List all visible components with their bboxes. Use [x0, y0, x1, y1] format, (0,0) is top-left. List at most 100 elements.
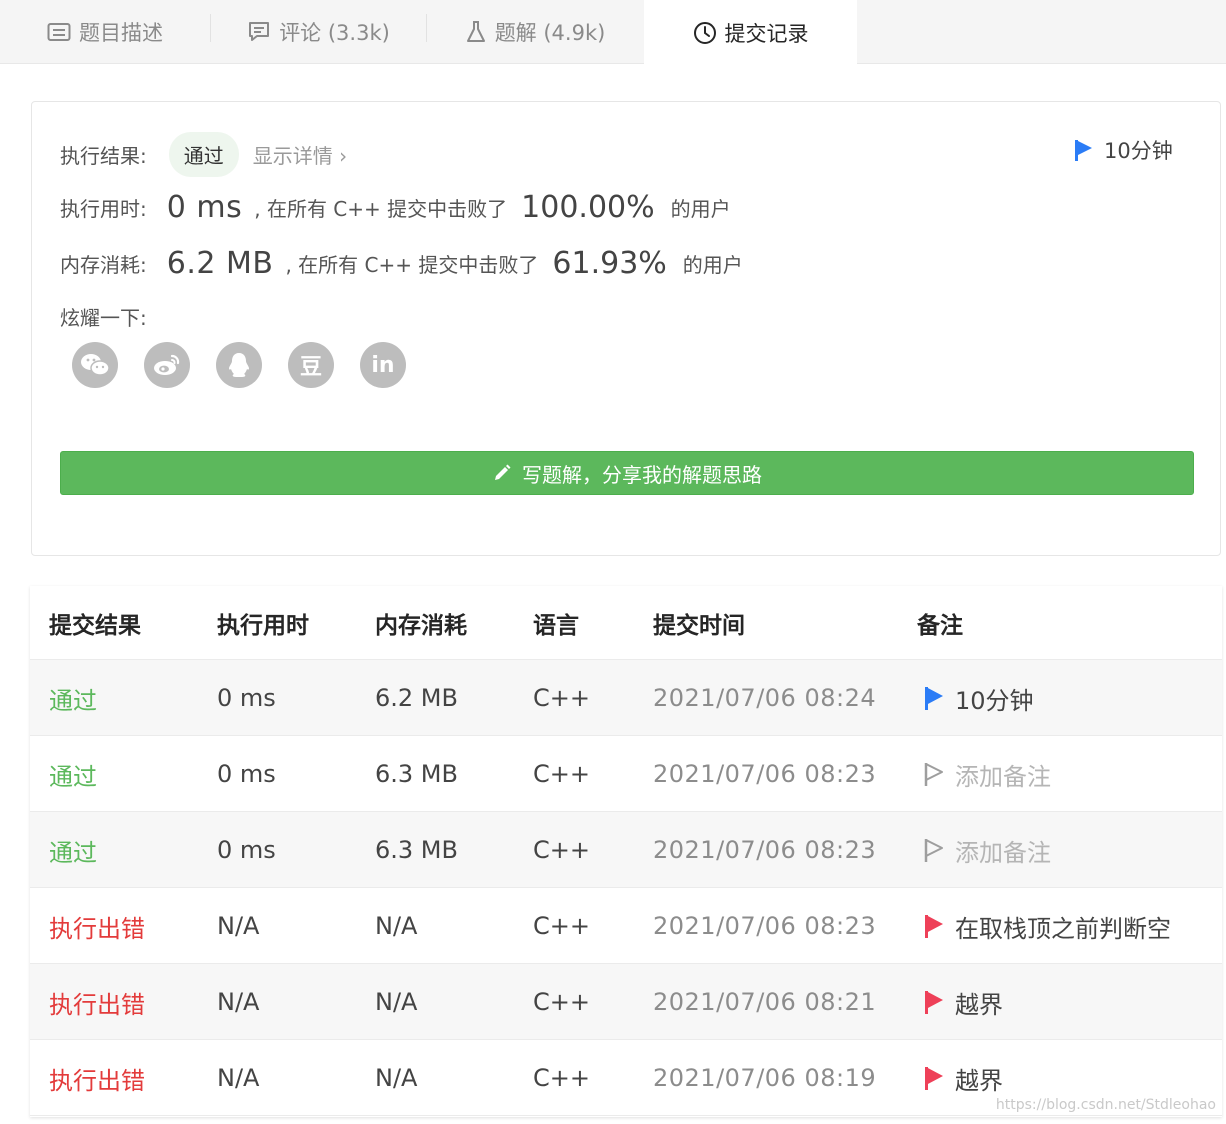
submission-runtime: N/A — [217, 912, 260, 940]
submission-memory: N/A — [375, 988, 418, 1016]
weibo-icon[interactable] — [144, 342, 190, 388]
submission-time: 2021/07/06 08:19 — [653, 1064, 877, 1092]
table-row: 通过 0 ms 6.3 MB C++ 2021/07/06 08:23 添加备注 — [30, 736, 1222, 812]
submission-status[interactable]: 通过 — [49, 736, 97, 812]
submission-time: 2021/07/06 08:23 — [653, 912, 877, 940]
flag-icon — [1074, 138, 1094, 162]
submission-status[interactable]: 执行出错 — [49, 964, 145, 1040]
header-status: 提交结果 — [49, 613, 141, 639]
submission-status[interactable]: 执行出错 — [49, 1040, 145, 1116]
submission-runtime: N/A — [217, 988, 260, 1016]
tab-submissions[interactable]: 提交记录 — [644, 0, 857, 65]
write-solution-label: 写题解，分享我的解题思路 — [522, 462, 762, 487]
memory-percent: 61.93% — [552, 246, 667, 281]
submission-note[interactable]: 越界 — [923, 1040, 1003, 1116]
submission-time: 2021/07/06 08:24 — [653, 684, 877, 712]
memory-label: 内存消耗: — [60, 253, 147, 277]
submission-runtime: 0 ms — [217, 760, 276, 788]
submission-note-text: 10分钟 — [955, 686, 1034, 715]
submission-time: 2021/07/06 08:23 — [653, 836, 877, 864]
memory-row: 内存消耗: 6.2 MB , 在所有 C++ 提交中击败了 61.93% 的用户 — [60, 246, 743, 281]
flask-icon — [465, 20, 487, 44]
flag-icon — [923, 837, 945, 863]
submission-note-text: 越界 — [955, 990, 1003, 1019]
tab-comments[interactable]: 评论 (3.3k) — [211, 0, 426, 64]
header-memory: 内存消耗 — [375, 613, 467, 639]
share-label: 炫耀一下: — [60, 306, 147, 330]
status-badge: 通过 — [168, 132, 239, 177]
description-icon — [47, 22, 71, 42]
submission-language: C++ — [533, 912, 590, 940]
header-runtime: 执行用时 — [217, 613, 309, 639]
tab-solutions[interactable]: 题解 (4.9k) — [427, 0, 643, 64]
runtime-beat-text: , 在所有 C++ 提交中击败了 — [254, 197, 508, 221]
submissions-table: 提交结果 执行用时 内存消耗 语言 提交时间 备注 通过 0 ms 6.2 MB C+… — [30, 586, 1222, 1117]
runtime-value: 0 ms — [166, 190, 243, 225]
tab-solutions-label: 题解 (4.9k) — [494, 21, 606, 45]
qq-icon[interactable] — [216, 342, 262, 388]
flag-icon — [923, 913, 945, 939]
submission-time: 2021/07/06 08:23 — [653, 760, 877, 788]
submission-memory: N/A — [375, 1064, 418, 1092]
submission-status[interactable]: 通过 — [49, 660, 97, 736]
flag-icon — [923, 1065, 945, 1091]
submission-runtime: N/A — [217, 1064, 260, 1092]
submission-note[interactable]: 添加备注 — [923, 736, 1051, 812]
tab-bar: 题目描述 评论 (3.3k) 题解 (4.9k) 提交记录 — [0, 0, 1226, 65]
submission-memory: 6.3 MB — [375, 836, 458, 864]
flag-icon — [923, 989, 945, 1015]
submission-status[interactable]: 通过 — [49, 812, 97, 888]
submission-language: C++ — [533, 836, 590, 864]
share-buttons: 豆 in — [72, 342, 432, 388]
show-details-link[interactable]: 显示详情 › — [253, 140, 347, 169]
wechat-icon[interactable] — [72, 342, 118, 388]
clock-icon — [693, 21, 717, 45]
linkedin-icon[interactable]: in — [360, 342, 406, 388]
submission-note[interactable]: 添加备注 — [923, 812, 1051, 888]
header-language: 语言 — [533, 613, 579, 639]
memory-value: 6.2 MB — [166, 246, 274, 281]
table-row: 执行出错 N/A N/A C++ 2021/07/06 08:23 在取栈顶之前判断空 — [30, 888, 1222, 964]
tab-description[interactable]: 题目描述 — [0, 0, 210, 64]
submission-note[interactable]: 在取栈顶之前判断空 — [923, 888, 1171, 964]
table-row: 通过 0 ms 6.2 MB C++ 2021/07/06 08:24 10分钟 — [30, 660, 1222, 736]
runtime-percent: 100.00% — [521, 190, 655, 225]
memory-suffix: 的用户 — [682, 253, 743, 277]
header-note: 备注 — [917, 613, 963, 639]
linkedin-glyph: in — [371, 352, 395, 378]
douban-icon[interactable]: 豆 — [288, 342, 334, 388]
result-status-row: 执行结果: 通过 显示详情 › — [60, 132, 347, 177]
submission-note-text: 添加备注 — [955, 762, 1051, 791]
submission-memory: 6.2 MB — [375, 684, 458, 712]
tab-submissions-label: 提交记录 — [724, 21, 809, 46]
submission-note[interactable]: 越界 — [923, 964, 1003, 1040]
submission-runtime: 0 ms — [217, 684, 276, 712]
runtime-label: 执行用时: — [60, 197, 147, 221]
write-solution-button[interactable]: 写题解，分享我的解题思路 — [60, 451, 1194, 495]
table-row: 执行出错 N/A N/A C++ 2021/07/06 08:21 越界 — [30, 964, 1222, 1040]
douban-glyph: 豆 — [299, 355, 322, 380]
table-header: 提交结果 执行用时 内存消耗 语言 提交时间 备注 — [30, 586, 1222, 660]
memory-beat-text: , 在所有 C++ 提交中击败了 — [285, 253, 539, 277]
submission-note-text: 在取栈顶之前判断空 — [955, 914, 1171, 943]
tab-comments-label: 评论 (3.3k) — [279, 21, 390, 45]
submission-note[interactable]: 10分钟 — [1074, 135, 1173, 165]
submission-note-text: 越界 — [955, 1066, 1003, 1095]
submission-memory: 6.3 MB — [375, 760, 458, 788]
submission-language: C++ — [533, 988, 590, 1016]
submission-runtime: 0 ms — [217, 836, 276, 864]
runtime-suffix: 的用户 — [670, 197, 731, 221]
submission-language: C++ — [533, 684, 590, 712]
tab-description-label: 题目描述 — [79, 21, 163, 45]
submission-note-text: 10分钟 — [1104, 139, 1173, 163]
flag-icon — [923, 685, 945, 711]
table-row: 通过 0 ms 6.3 MB C++ 2021/07/06 08:23 添加备注 — [30, 812, 1222, 888]
submission-language: C++ — [533, 760, 590, 788]
submission-status[interactable]: 执行出错 — [49, 888, 145, 964]
runtime-row: 执行用时: 0 ms , 在所有 C++ 提交中击败了 100.00% 的用户 — [60, 190, 731, 225]
submission-memory: N/A — [375, 912, 418, 940]
result-card: 执行结果: 通过 显示详情 › 10分钟 执行用时: 0 ms , 在所有 C+… — [31, 101, 1221, 556]
submission-note[interactable]: 10分钟 — [923, 660, 1034, 736]
submission-note-text: 添加备注 — [955, 838, 1051, 867]
share-label-row: 炫耀一下: — [60, 302, 147, 331]
